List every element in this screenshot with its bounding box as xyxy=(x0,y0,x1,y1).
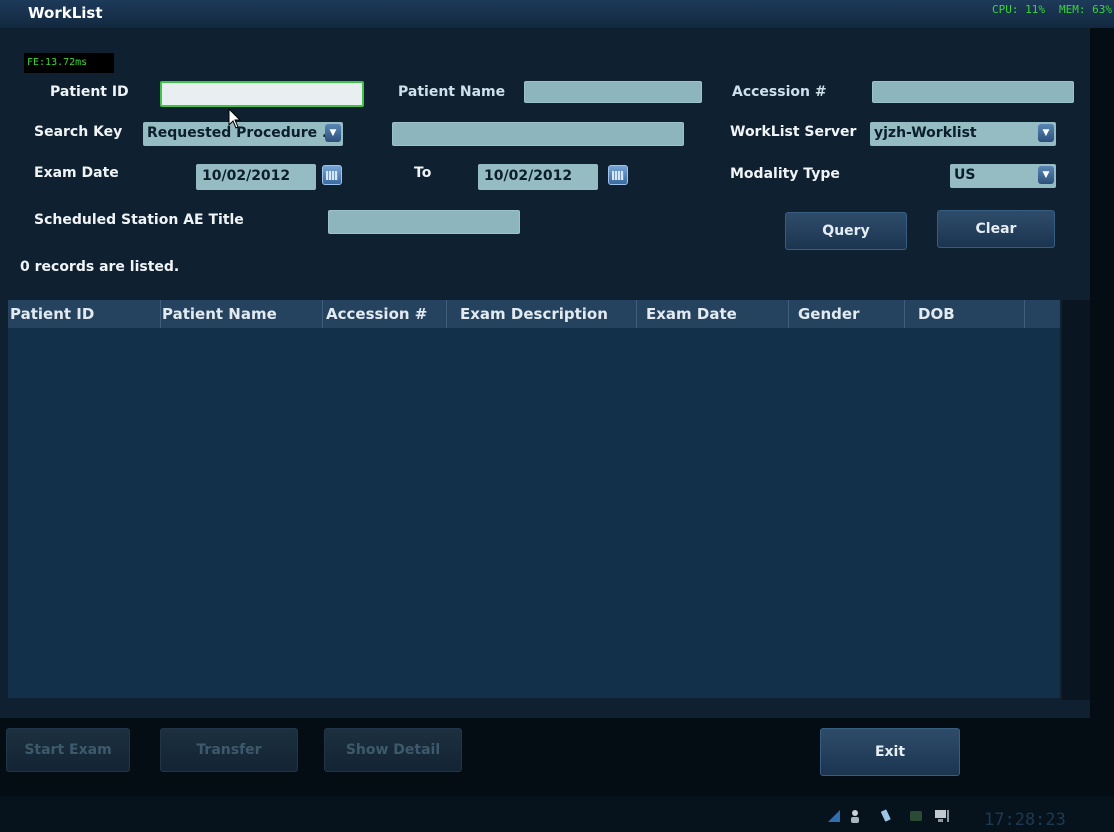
exam-date-from-field[interactable]: 10/02/2012 xyxy=(196,164,316,190)
column-header-patient-id[interactable]: Patient ID xyxy=(10,305,94,323)
show-detail-button[interactable]: Show Detail xyxy=(324,728,462,772)
patient-name-field[interactable] xyxy=(524,81,702,103)
column-header-gender[interactable]: Gender xyxy=(798,305,859,323)
mem-usage: MEM: 63% xyxy=(1059,3,1112,16)
records-status: 0 records are listed. xyxy=(20,259,180,275)
table-scrollbar[interactable] xyxy=(1062,300,1090,700)
disk-icon xyxy=(910,811,922,821)
accession-field[interactable] xyxy=(872,81,1074,103)
accession-label: Accession # xyxy=(732,84,827,100)
clear-button[interactable]: Clear xyxy=(937,210,1055,248)
station-ae-label: Scheduled Station AE Title xyxy=(34,212,244,228)
to-label: To xyxy=(414,165,432,181)
calendar-icon[interactable] xyxy=(608,165,628,185)
exit-button[interactable]: Exit xyxy=(820,728,960,776)
station-ae-field[interactable] xyxy=(328,210,520,234)
search-key-value: Requested Procedure ... xyxy=(147,125,338,141)
mouse-cursor-icon xyxy=(228,108,242,129)
worklist-server-select[interactable]: yjzh-Worklist ▼ xyxy=(870,122,1056,146)
dropdown-arrow-icon[interactable]: ▼ xyxy=(1038,166,1054,184)
clock: 17:28:23 xyxy=(984,810,1066,830)
modality-type-select[interactable]: US ▼ xyxy=(950,164,1056,188)
usb-icon xyxy=(881,809,891,822)
window-title: WorkList xyxy=(28,4,103,22)
user-icon xyxy=(851,810,859,823)
monitor-icon xyxy=(935,810,949,822)
exam-date-to-field[interactable]: 10/02/2012 xyxy=(478,164,598,190)
search-key-select[interactable]: Requested Procedure ... ▼ xyxy=(143,122,343,146)
dropdown-arrow-icon[interactable]: ▼ xyxy=(1038,124,1054,142)
table-header: Patient ID Patient Name Accession # Exam… xyxy=(8,300,1060,328)
title-bar: WorkList xyxy=(0,0,1114,28)
start-exam-button[interactable]: Start Exam xyxy=(6,728,130,772)
search-key-label: Search Key xyxy=(34,124,123,140)
worklist-table-body[interactable] xyxy=(8,328,1060,698)
calendar-icon[interactable] xyxy=(322,165,342,185)
patient-name-label: Patient Name xyxy=(398,84,506,100)
system-status: CPU: 11% MEM: 63% xyxy=(978,3,1112,16)
column-header-patient-name[interactable]: Patient Name xyxy=(162,305,277,323)
frame-time-badge: FE:13.72ms xyxy=(24,53,114,73)
exam-date-label: Exam Date xyxy=(34,165,119,181)
dropdown-arrow-icon[interactable]: ▼ xyxy=(325,124,341,142)
worklist-server-label: WorkList Server xyxy=(730,124,857,140)
modality-type-label: Modality Type xyxy=(730,166,840,182)
network-icon xyxy=(828,810,840,822)
column-header-accession[interactable]: Accession # xyxy=(326,305,427,323)
patient-id-field[interactable] xyxy=(160,81,364,107)
patient-id-label: Patient ID xyxy=(50,84,129,100)
search-key-text-field[interactable] xyxy=(392,122,684,146)
modality-type-value: US xyxy=(954,167,976,183)
column-header-exam-date[interactable]: Exam Date xyxy=(646,305,737,323)
cpu-usage: CPU: 11% xyxy=(992,3,1046,16)
transfer-button[interactable]: Transfer xyxy=(160,728,298,772)
column-header-dob[interactable]: DOB xyxy=(918,305,955,323)
column-header-exam-description[interactable]: Exam Description xyxy=(460,305,608,323)
worklist-server-value: yjzh-Worklist xyxy=(874,125,977,141)
query-button[interactable]: Query xyxy=(785,212,907,250)
